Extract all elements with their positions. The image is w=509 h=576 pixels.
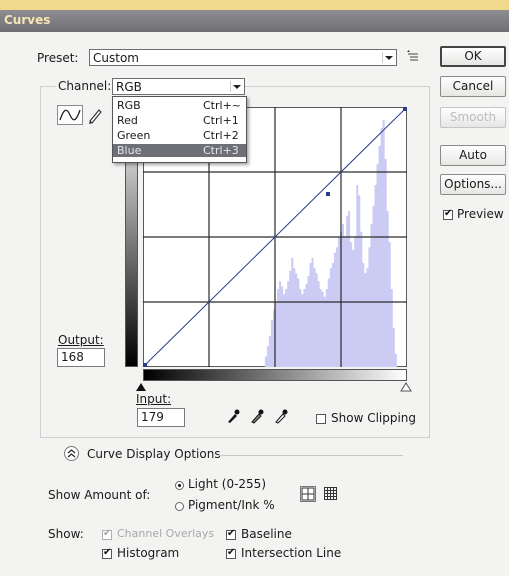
black-eyedropper-icon[interactable] [225, 408, 241, 427]
dialog-title: Curves [4, 13, 51, 27]
channel-option-name: Blue [117, 144, 142, 157]
curve-point[interactable] [326, 192, 330, 196]
channel-option-red[interactable]: Red Ctrl+1 [113, 114, 246, 127]
gray-eyedropper-icon[interactable] [249, 408, 265, 427]
channel-dropdown: RGB Ctrl+~ Red Ctrl+1 Green Ctrl+2 Blue … [112, 96, 247, 163]
chevron-down-icon [230, 81, 242, 92]
collapse-toggle-icon[interactable] [64, 446, 79, 461]
curve-endpoint[interactable] [403, 107, 407, 111]
histogram-label: Histogram [117, 546, 180, 560]
channel-label: Channel: [56, 79, 114, 93]
options-button[interactable]: Options... [440, 174, 506, 195]
channel-option-shortcut: Ctrl+1 [203, 114, 239, 127]
cancel-button[interactable]: Cancel [440, 76, 506, 97]
intersection-line-checkbox[interactable] [226, 547, 236, 559]
channel-value: RGB [116, 80, 142, 94]
show-clipping-checkbox[interactable] [316, 414, 326, 424]
channel-select[interactable]: RGB [112, 78, 245, 95]
preset-value: Custom [93, 51, 139, 65]
show-label: Show: [48, 527, 84, 541]
preview-checkbox[interactable] [443, 208, 453, 220]
channel-option-blue[interactable]: Blue Ctrl+3 [113, 144, 246, 157]
channel-option-name: RGB [117, 99, 141, 112]
title-bar: Curves [0, 10, 509, 32]
channel-option-name: Red [117, 114, 138, 127]
detailed-grid-icon[interactable] [323, 486, 339, 502]
preset-options-icon[interactable] [406, 50, 420, 64]
input-field[interactable]: 179 [137, 408, 185, 427]
auto-button[interactable]: Auto [440, 145, 506, 166]
light-radio[interactable] [175, 481, 184, 490]
output-label: Output: [58, 333, 104, 347]
white-eyedropper-icon[interactable] [273, 408, 289, 427]
channel-option-name: Green [117, 129, 151, 142]
baseline-checkbox[interactable] [226, 528, 236, 540]
pencil-icon [89, 109, 102, 124]
curve-point-tool[interactable] [57, 105, 83, 125]
channel-option-shortcut: Ctrl+2 [203, 129, 239, 142]
curve-display-options-label: Curve Display Options [87, 447, 221, 461]
ok-button[interactable]: OK [440, 46, 506, 67]
channel-overlays-checkbox[interactable] [102, 528, 112, 540]
curve-startpoint[interactable] [143, 363, 147, 367]
channel-option-rgb[interactable]: RGB Ctrl+~ [113, 99, 246, 112]
top-strip [0, 0, 509, 10]
channel-option-green[interactable]: Green Ctrl+2 [113, 129, 246, 142]
simple-grid-icon[interactable] [300, 486, 316, 502]
output-field[interactable]: 168 [57, 348, 105, 367]
white-point-slider[interactable] [400, 381, 412, 395]
light-label: Light (0-255) [188, 477, 266, 491]
pigment-radio[interactable] [175, 502, 184, 511]
preview-label: Preview [457, 207, 504, 221]
preset-select[interactable]: Custom [89, 49, 397, 66]
channel-option-shortcut: Ctrl+3 [203, 144, 239, 157]
show-amount-label: Show Amount of: [48, 488, 151, 502]
pigment-label: Pigment/Ink % [188, 498, 275, 512]
divider [218, 455, 403, 456]
preset-label: Preset: [37, 51, 79, 65]
channel-option-shortcut: Ctrl+~ [203, 99, 242, 112]
histogram-checkbox[interactable] [102, 547, 112, 559]
smooth-button[interactable]: Smooth [440, 107, 506, 128]
channel-overlays-label: Channel Overlays [117, 527, 215, 540]
input-label: Input: [136, 392, 172, 406]
pencil-tool[interactable] [86, 105, 104, 125]
intersection-line-label: Intersection Line [241, 546, 342, 560]
baseline-label: Baseline [241, 527, 292, 541]
curve-icon [59, 109, 81, 121]
chevron-down-icon [382, 52, 394, 63]
show-clipping-label: Show Clipping [331, 411, 417, 425]
input-gradient-bar [143, 369, 407, 381]
